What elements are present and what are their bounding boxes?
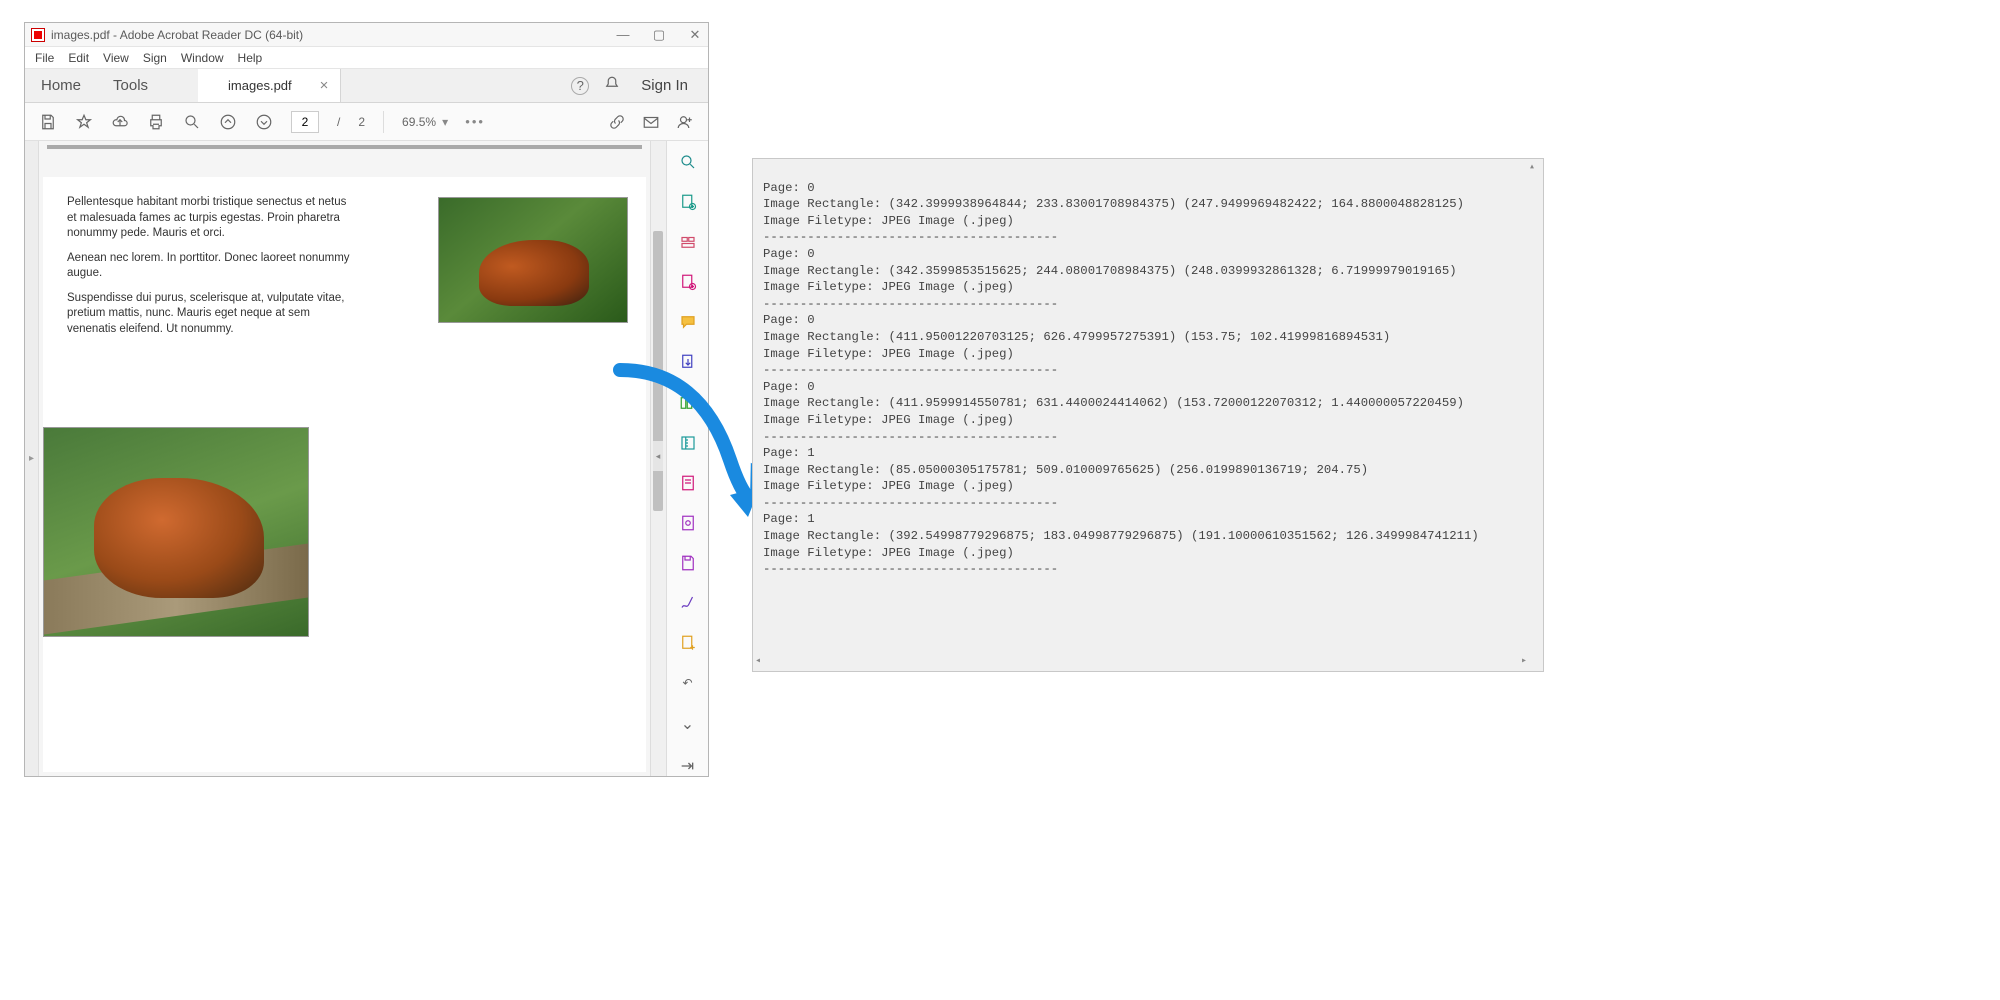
export-icon[interactable] <box>678 353 698 371</box>
tab-tools[interactable]: Tools <box>97 69 164 102</box>
chevron-down-icon: ▾ <box>442 115 448 129</box>
document-tab-close-icon[interactable]: × <box>320 77 329 94</box>
save-icon[interactable] <box>39 113 57 131</box>
acrobat-window: images.pdf - Adobe Acrobat Reader DC (64… <box>24 22 709 777</box>
share-link-icon[interactable] <box>608 113 626 131</box>
combine-icon[interactable] <box>678 233 698 251</box>
menu-view[interactable]: View <box>103 51 129 65</box>
search-tool-icon[interactable] <box>678 153 698 171</box>
content-area: ▸ Pellentesque habitant morbi tristique … <box>25 141 708 776</box>
paragraph-1: Pellentesque habitant morbi tristique se… <box>67 195 352 242</box>
cloud-upload-icon[interactable] <box>111 113 129 131</box>
left-gutter[interactable]: ▸ <box>25 141 39 776</box>
page-separator: / <box>337 115 340 129</box>
print-icon[interactable] <box>147 113 165 131</box>
right-tools-pane: ↶ ⌄ ⇥ <box>666 141 708 776</box>
maximize-button[interactable]: ▢ <box>652 28 666 42</box>
help-icon[interactable]: ? <box>571 77 589 95</box>
window-controls: — ▢ ✕ <box>616 28 702 42</box>
zoom-dropdown[interactable]: 69.5% ▾ <box>402 115 448 129</box>
menu-window[interactable]: Window <box>181 51 224 65</box>
paragraph-3: Suspendisse dui purus, scelerisque at, v… <box>67 291 352 338</box>
compress-icon[interactable] <box>678 434 698 452</box>
output-text: Page: 0 Image Rectangle: (342.3999938964… <box>763 180 1533 578</box>
collapse-right-pane-icon[interactable]: ◂ <box>653 441 663 471</box>
page-number-input[interactable] <box>291 111 319 133</box>
menu-file[interactable]: File <box>35 51 54 65</box>
document-tab-label: images.pdf <box>228 78 292 93</box>
redact-icon[interactable] <box>678 474 698 492</box>
fill-sign-icon[interactable] <box>678 594 698 612</box>
tab-tools-label: Tools <box>113 77 148 94</box>
email-icon[interactable] <box>642 113 660 131</box>
vertical-scrollbar[interactable]: ◂ <box>650 141 666 776</box>
protect-icon[interactable] <box>678 514 698 532</box>
close-button[interactable]: ✕ <box>688 28 702 42</box>
output-panel[interactable]: Page: 0 Image Rectangle: (342.3999938964… <box>752 158 1544 672</box>
toolbar-divider <box>383 111 384 133</box>
star-icon[interactable] <box>75 113 93 131</box>
page-text-block: Pellentesque habitant morbi tristique se… <box>67 195 352 337</box>
minimize-button[interactable]: — <box>616 28 630 42</box>
add-contact-icon[interactable] <box>676 113 694 131</box>
menu-bar: File Edit View Sign Window Help <box>25 47 708 69</box>
tabbar-right: ? Sign In <box>571 75 708 96</box>
title-bar[interactable]: images.pdf - Adobe Acrobat Reader DC (64… <box>25 23 708 47</box>
document-page: Pellentesque habitant morbi tristique se… <box>43 177 646 772</box>
document-tab[interactable]: images.pdf × <box>198 69 341 102</box>
page-image-top <box>438 197 628 323</box>
add-note-icon[interactable] <box>678 634 698 652</box>
tab-home[interactable]: Home <box>25 69 97 102</box>
output-vertical-scrollbar[interactable] <box>1527 163 1541 651</box>
save-alt-icon[interactable] <box>678 554 698 572</box>
organize-icon[interactable] <box>678 393 698 411</box>
create-pdf-icon[interactable] <box>678 193 698 211</box>
page-view[interactable]: Pellentesque habitant morbi tristique se… <box>39 141 650 776</box>
pdf-file-icon <box>31 28 45 42</box>
toolbar-right <box>608 113 694 131</box>
menu-sign[interactable]: Sign <box>143 51 167 65</box>
menu-help[interactable]: Help <box>238 51 263 65</box>
page-down-icon[interactable] <box>255 113 273 131</box>
page-up-icon[interactable] <box>219 113 237 131</box>
zoom-value: 69.5% <box>402 115 436 129</box>
chevron-down-tool-icon[interactable]: ⌄ <box>678 714 698 734</box>
page-total: 2 <box>358 115 365 129</box>
search-icon[interactable] <box>183 113 201 131</box>
toggle-pane-icon[interactable]: ⇥ <box>678 756 698 776</box>
edit-pdf-icon[interactable] <box>678 273 698 291</box>
previous-page-edge <box>47 145 642 149</box>
window-title: images.pdf - Adobe Acrobat Reader DC (64… <box>51 28 303 42</box>
tab-bar: Home Tools images.pdf × ? Sign In <box>25 69 708 103</box>
expand-left-icon[interactable]: ▸ <box>29 453 34 464</box>
comment-icon[interactable] <box>678 313 698 331</box>
menu-edit[interactable]: Edit <box>68 51 89 65</box>
tab-home-label: Home <box>41 77 81 94</box>
output-horizontal-scrollbar[interactable] <box>757 655 1525 669</box>
more-icon[interactable]: ••• <box>466 113 484 131</box>
sign-in-button[interactable]: Sign In <box>635 77 694 94</box>
page-image-bottom <box>43 427 309 637</box>
paragraph-2: Aenean nec lorem. In porttitor. Donec la… <box>67 251 352 282</box>
notifications-icon[interactable] <box>603 75 621 96</box>
toolbar: / 2 69.5% ▾ ••• <box>25 103 708 141</box>
collapse-arrow-icon[interactable]: ↶ <box>678 674 698 692</box>
